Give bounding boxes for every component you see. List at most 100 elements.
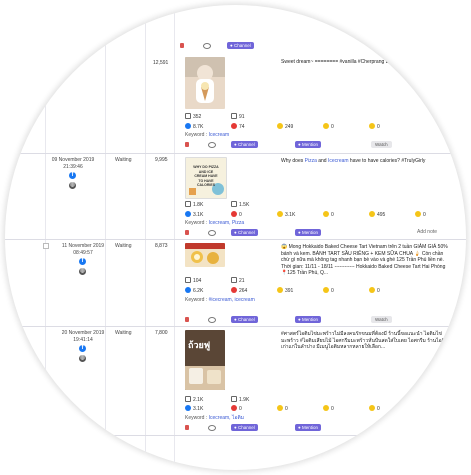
love-count: 74 (231, 123, 245, 130)
thumbnail-text: WHY DO PIZZA AND ICE CREAM HAVE TO HAVE … (193, 165, 219, 187)
add-note-link[interactable]: Add note (417, 229, 437, 235)
comment-icon (185, 113, 191, 119)
haha-count: 3.1K (277, 211, 295, 218)
haha-count: 249 (277, 123, 293, 130)
share-icon (231, 396, 237, 402)
watch-button[interactable]: Watch (371, 141, 392, 148)
wow-icon (323, 211, 329, 217)
row-divider (5, 326, 466, 327)
col-divider (105, 5, 106, 470)
sad-count: 0 (369, 405, 380, 412)
like-count: 3.1K (185, 211, 203, 218)
row-divider (5, 153, 466, 154)
view-icon[interactable] (208, 317, 216, 323)
sad-icon (369, 405, 375, 411)
post-thumbnail[interactable] (185, 243, 225, 267)
angry-icon (369, 211, 375, 217)
keyword-line: Keyword : Icecream, ไอติม (185, 415, 245, 421)
post-caption: 😱 Mong Hokkaido Baked Cheese Tart Vietna… (281, 244, 448, 276)
haha-count: 0 (277, 405, 288, 412)
view-icon[interactable] (208, 425, 216, 431)
wow-count: 0 (323, 123, 334, 130)
channel-button[interactable]: ● Channel (231, 316, 258, 323)
share-count: 1.9K (231, 396, 249, 403)
channel-button[interactable]: ● Channel (231, 424, 258, 431)
row-divider (5, 435, 466, 436)
post-thumbnail[interactable]: ถ้วยฟู (185, 330, 225, 390)
share-icon (231, 113, 237, 119)
love-icon (231, 123, 237, 129)
add-note-link[interactable]: Add note (405, 424, 425, 430)
wow-count: 0 (323, 405, 334, 412)
comment-icon (185, 277, 191, 283)
magnified-view: ● Channel 12,591 Sweet dream~ ======== #… (5, 5, 466, 470)
sad-icon (369, 287, 375, 293)
share-icon (231, 201, 237, 207)
row-divider (5, 239, 466, 240)
sad-icon (415, 211, 421, 217)
delete-icon[interactable] (185, 317, 189, 322)
keyword-line: Keyword : Icecream, Pizza (185, 220, 245, 226)
post-caption: #ศาสตร์ไอติมไข่มะพร้าวไม่มีลงคนรักขนมที่… (281, 331, 449, 350)
like-icon (185, 405, 191, 411)
love-count: 0 (231, 405, 242, 412)
delete-icon[interactable] (185, 425, 189, 430)
love-icon (231, 287, 237, 293)
comment-icon (185, 396, 191, 402)
haha-count: 391 (277, 287, 293, 294)
view-icon[interactable] (208, 230, 216, 236)
mention-button[interactable]: ● Mention (295, 316, 321, 323)
facebook-icon: f (69, 172, 76, 179)
status-label: Waiting (115, 243, 132, 249)
globe-icon: ◍ (69, 182, 76, 189)
mention-button[interactable]: ● Mention (295, 141, 321, 148)
wow-icon (323, 287, 329, 293)
delete-icon[interactable] (180, 43, 184, 48)
haha-icon (277, 405, 283, 411)
sad-count: 0 (369, 287, 380, 294)
haha-icon (277, 211, 283, 217)
post-caption: Sweet dream~ ======== #vanilla #Cherpran… (281, 59, 402, 65)
row-checkbox[interactable] (43, 243, 49, 249)
channel-button[interactable]: ● Channel (227, 42, 254, 49)
sad-count: 0 (415, 211, 426, 218)
keyword-line: Keyword : #icecream, icecream (185, 297, 255, 303)
channel-button[interactable]: ● Channel (231, 141, 258, 148)
comment-count: 352 (185, 113, 201, 120)
delete-icon[interactable] (185, 142, 189, 147)
angry-count: 495 (369, 211, 385, 218)
share-count: 91 (231, 113, 245, 120)
comment-icon (185, 201, 191, 207)
sad-count: 0 (369, 123, 380, 130)
keyword-line: Keyword : Icecream (185, 132, 230, 138)
channel-button[interactable]: ● Channel (231, 229, 258, 236)
comment-count: 2.1K (185, 396, 203, 403)
post-date: 20 November 2019 19:41:14 (61, 330, 105, 343)
mention-button[interactable]: ● Mention (295, 229, 321, 236)
post-date: 09 November 2019 21:39:46 (51, 157, 95, 170)
post-thumbnail[interactable]: WHY DO PIZZA AND ICE CREAM HAVE TO HAVE … (185, 157, 227, 199)
share-count: 21 (231, 277, 245, 284)
globe-icon: ◍ (79, 355, 86, 362)
post-thumbnail[interactable] (185, 57, 225, 109)
like-count: 3.1K (185, 405, 203, 412)
post-caption: Why does Pizza and Icecream have to have… (281, 158, 426, 164)
facebook-icon: f (79, 258, 86, 265)
love-icon (231, 211, 237, 217)
view-icon[interactable] (208, 142, 216, 148)
like-icon (185, 287, 191, 293)
engagement-count: 12,591 (153, 60, 169, 66)
facebook-icon: f (79, 345, 86, 352)
like-count: 6.2K (185, 287, 203, 294)
haha-icon (277, 287, 283, 293)
col-divider (174, 5, 175, 470)
col-divider (45, 5, 46, 470)
watch-button[interactable]: Watch (371, 316, 392, 323)
view-icon[interactable] (203, 43, 211, 49)
delete-icon[interactable] (185, 230, 189, 235)
post-date: 11 November 2019 08:49:57 (61, 243, 105, 256)
love-count: 0 (231, 211, 242, 218)
comment-count: 1.8K (185, 201, 203, 208)
mention-button[interactable]: ● Mention (295, 424, 321, 431)
sad-icon (369, 123, 375, 129)
